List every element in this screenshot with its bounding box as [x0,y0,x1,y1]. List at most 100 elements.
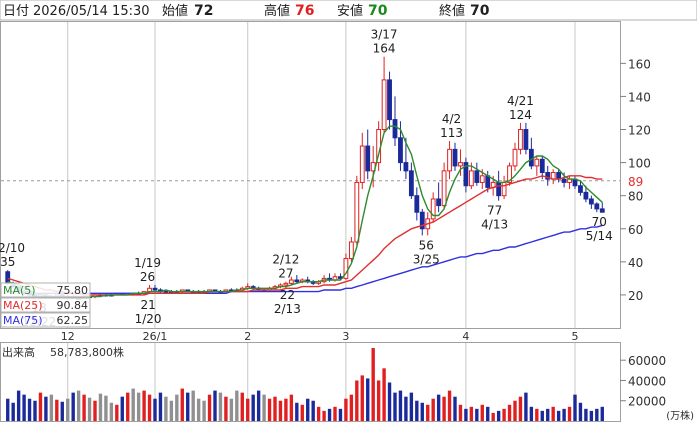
volume-bar [551,406,555,421]
candle-body [398,137,403,164]
annotation-value: 27 [278,267,293,281]
candle-body [512,148,518,167]
candle-body [599,208,605,213]
annotation-high: 1/1926 [134,256,161,284]
volume-bar [82,394,86,421]
candle-body [561,178,567,183]
date-tick-label: 3 [342,330,349,343]
ma-legend-item: MA(5) 75.80 [0,282,91,298]
volume-bar [126,392,130,421]
volume-bar [218,392,223,421]
candle-body [528,148,534,167]
annotation-date: 2/13 [274,302,301,316]
high-value: 76 [295,3,314,19]
volume-bar [87,397,92,421]
candle-body [474,170,480,183]
volume-tick-label: 60000 [628,354,666,368]
volume-bar [27,398,32,421]
volume-bar [458,404,463,421]
volume-bar [196,398,201,421]
volume-bar [382,368,386,421]
candle-body [387,79,392,121]
volume-bar [595,408,599,421]
volume-label: 出来高 [2,345,35,359]
volume-bar [109,402,114,421]
reference-price-label: 89 [628,175,643,189]
volume-bar [464,408,468,421]
volume-bar [409,392,414,421]
annotation-low: 774/13 [481,204,508,232]
annotation-value: 113 [440,126,463,140]
close-label: 終値 [439,3,465,19]
price-tick-label: 60 [628,223,643,237]
date-value: 2026/05/14 15:30 [33,4,150,19]
close-value: 70 [470,3,490,19]
annotation-value: 21 [140,298,155,312]
volume-bar [513,400,517,421]
candle [152,284,158,292]
volume-bar [289,394,294,421]
candle-body [348,241,354,260]
volume-bar [349,394,354,421]
annotation-value: 70 [592,215,607,229]
volume-bar [202,400,206,421]
candle-body [468,170,474,187]
volume-bar [267,398,272,421]
volume-bar [496,410,501,421]
volume-bar [49,394,54,421]
candle-body [458,162,463,167]
volume-bar [355,380,359,421]
open-value: 72 [194,3,213,19]
volume-bar [578,402,583,421]
open-label: 始値 [162,3,188,19]
volume-bar [120,396,124,421]
annotation-date: 1/19 [134,256,161,270]
volume-bar [371,348,375,421]
header-open: 始値 72 [162,3,213,19]
candle-body [594,203,600,210]
volume-axis: 20000 40000 60000 (万株) [620,354,694,422]
candle [523,122,529,155]
candle [387,71,392,130]
volume-bar [431,398,435,421]
candle [447,141,452,180]
volume-bar [191,390,195,421]
volume-bar [322,410,326,421]
volume-bar [180,388,184,421]
candle-body [534,158,540,167]
volume-bar [93,400,97,421]
volume-bar [333,406,337,421]
annotation-value: 77 [487,204,502,218]
volume-bar [436,394,441,421]
candle [408,162,414,199]
candle [419,208,425,236]
annotation-value: 124 [509,108,532,122]
volume-bar [567,406,572,421]
annotation-value: 164 [373,42,396,56]
candle [507,162,512,186]
volume-bar [376,380,381,421]
annotation-high: 4/21124 [507,94,534,122]
candle [452,142,458,171]
date-tick-label: 12 [61,330,75,343]
ma-legend-label: MA(5) [3,284,36,297]
candle-body [441,170,447,207]
volume-bar [584,408,588,421]
volume-bar [502,408,506,421]
annotation-low: 211/20 [135,298,162,326]
volume-bar [420,402,424,421]
volume-bar [142,390,146,421]
annotation-date: 5/14 [586,229,613,243]
candle-body [392,119,398,139]
candle-body [578,185,583,193]
candle [436,182,442,213]
volume-bar [104,395,108,421]
candle [572,175,578,190]
volume-bar [387,382,392,421]
chart-canvas: 日付 2026/05/14 15:30 始値 72 高値 76 安値 70 終値… [0,0,697,422]
volume-bar [360,375,364,421]
volume-bar [486,406,490,421]
volume-legend: 出来高 58,783,800株 [2,345,124,359]
date-tick-label: 26/1 [143,330,168,343]
volume-bar [447,390,452,421]
